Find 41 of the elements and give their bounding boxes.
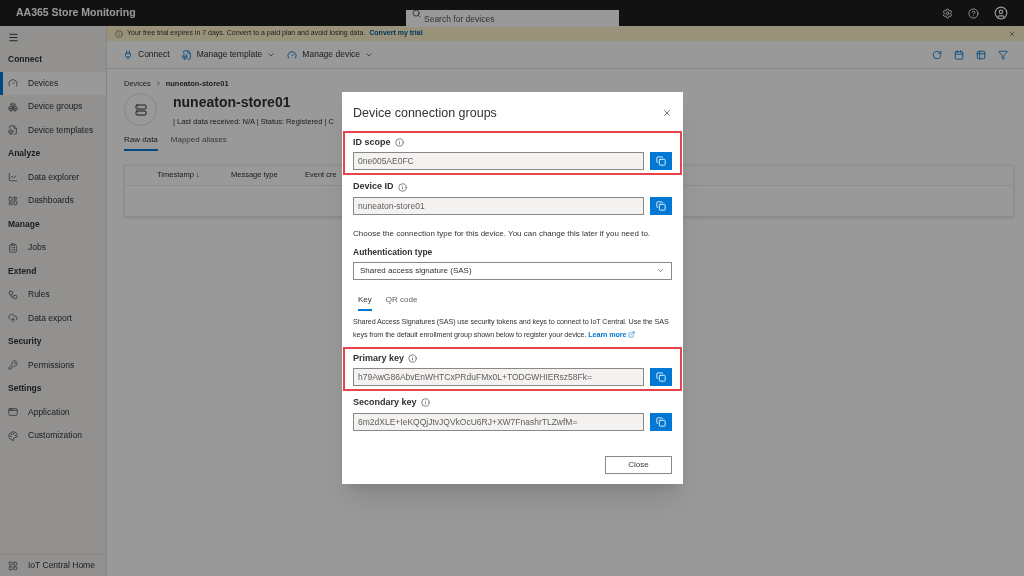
sidebar-heading: Settings [8, 382, 42, 396]
tab[interactable]: Mapped aliases [170, 133, 227, 151]
read-only-field[interactable]: h79AwG86AbvEnWHTCxPRduFMx0L+TODGWHIERsz58Fk= [353, 368, 644, 386]
sidebar-heading: Extend [8, 264, 37, 278]
sidebar-heading: Manage [8, 217, 40, 231]
sidebar-item[interactable]: Permissions [0, 353, 106, 377]
sidebar-item[interactable]: Device groups [0, 95, 106, 119]
sidebar-item[interactable]: Jobs [0, 236, 106, 260]
dialog-title: Device connection groups [353, 105, 497, 122]
read-only-field[interactable]: 0ne005AE0FC [353, 152, 644, 171]
authentication-dropdown[interactable]: Shared access signature (SAS) [353, 261, 672, 280]
app-title: AA365 Store Monitoring [16, 5, 137, 21]
sidebar-item[interactable]: Rules [0, 283, 106, 307]
tab[interactable]: QR code [385, 293, 418, 311]
sidebar-item[interactable]: Application [0, 400, 106, 424]
toolbar-button[interactable]: Connect [123, 48, 170, 61]
field-label: Secondary key [353, 396, 417, 409]
sidebar-heading: Analyze [8, 147, 41, 161]
sidebar-item[interactable]: Dashboards [0, 189, 106, 213]
sidebar-heading: Security [8, 335, 42, 349]
read-only-field[interactable]: nuneaton-store01 [353, 196, 644, 215]
field-label: Authentication type [353, 245, 434, 259]
tab[interactable]: Key [358, 293, 372, 311]
read-only-field[interactable]: 6m2dXLE+IeKQQjJtvJQVkOcU6RJ+XW7FnashrTLZwfM= [353, 412, 644, 431]
search-field[interactable]: Search for devices [406, 10, 619, 27]
close-button[interactable]: Close [605, 456, 672, 474]
sidebar-item[interactable]: Data export [0, 306, 106, 330]
sidebar-heading: Connect [8, 53, 42, 67]
sidebar-item[interactable]: Customization [0, 424, 106, 448]
tab[interactable]: Raw data [124, 133, 158, 151]
hint-text: Choose the connection type for this device. You can change this later if you need to. [353, 227, 652, 240]
field-label: Device ID [353, 180, 394, 194]
sidebar-item[interactable]: Devices [0, 71, 106, 95]
sidebar-footer-item[interactable]: IoT Central Home [0, 554, 106, 576]
sidebar-item[interactable]: Device templates [0, 118, 106, 142]
sidebar-item[interactable]: Data explorer [0, 165, 106, 189]
toolbar-button[interactable]: Manage device [287, 48, 373, 61]
device-name: nuneaton-store01 [173, 93, 292, 113]
field-label: Primary key [353, 351, 405, 365]
toolbar-button[interactable]: Manage template [181, 48, 276, 61]
field-label: ID scope [353, 135, 391, 149]
